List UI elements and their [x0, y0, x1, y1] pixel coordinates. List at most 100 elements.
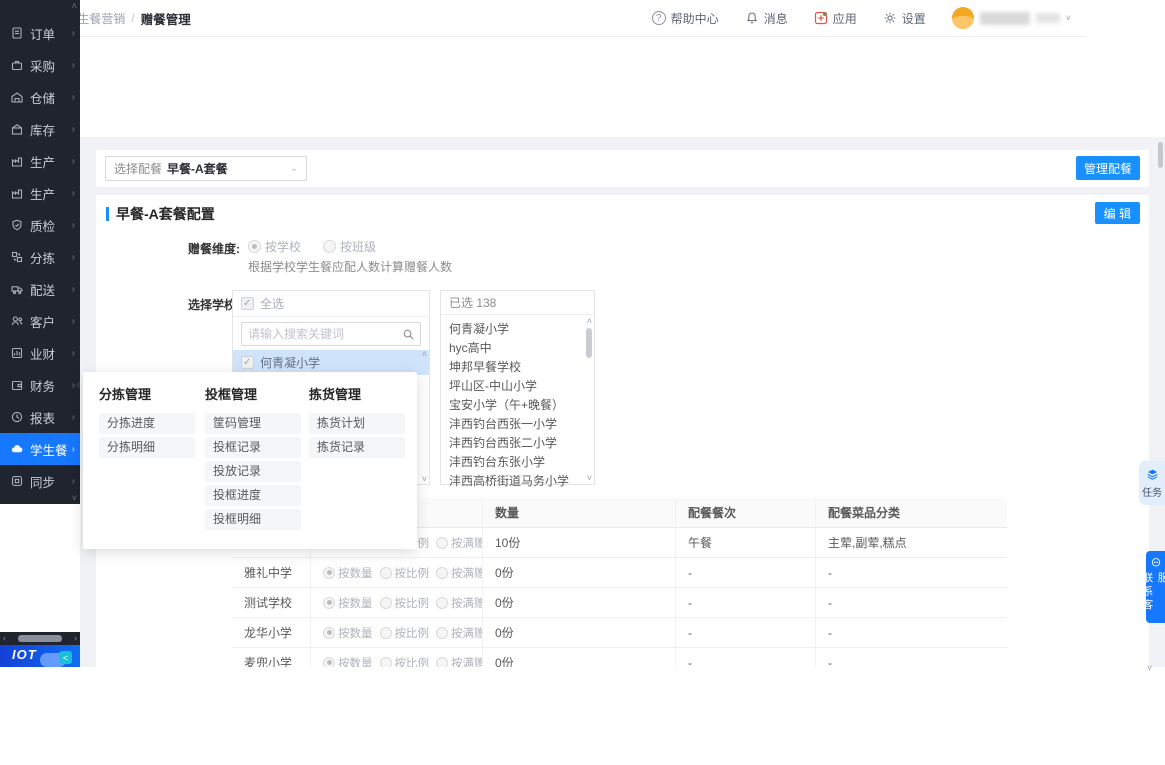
radio-by-threshold[interactable]: 按满赠 [436, 535, 482, 551]
radio-selected-icon [323, 657, 335, 668]
radio-by-quantity[interactable]: 按数量 [323, 625, 373, 641]
sidebar-item-sync[interactable]: 同步› [0, 465, 80, 497]
scroll-down-icon[interactable]: ˅ [1147, 663, 1152, 673]
menu-item[interactable]: 投框明细 [205, 509, 301, 530]
radio-by-ratio[interactable]: 按比例 [380, 655, 430, 668]
cell-mode-radios: 按数量 按比例 按满赠 [310, 648, 482, 667]
radio-by-quantity[interactable]: 按数量 [323, 565, 373, 581]
menu-item[interactable]: 分拣明细 [99, 437, 195, 458]
chevron-down-icon: ⌄ [290, 163, 298, 174]
radio-by-ratio[interactable]: 按比例 [380, 565, 430, 581]
radio-by-threshold[interactable]: 按满赠 [436, 655, 482, 668]
radio-by-ratio[interactable]: 按比例 [380, 625, 430, 641]
menu-item[interactable]: 拣货记录 [309, 437, 405, 458]
sidebar-item-orders[interactable]: 订单› [0, 17, 80, 49]
sidebar-item-reports[interactable]: 报表› [0, 401, 80, 433]
cell-qty: 0份 [482, 648, 675, 667]
help-center-button[interactable]: ? 帮助中心 [652, 10, 719, 27]
menu-item[interactable]: 投框记录 [205, 437, 301, 458]
select-all-row[interactable]: 全选 [233, 291, 429, 317]
radio-label: 按满赠 [451, 595, 482, 611]
scroll-up-icon[interactable]: ˄ [587, 316, 592, 326]
selected-school[interactable]: 沣西钓台西张二小学 [449, 434, 580, 453]
sidebar-item-production-2[interactable]: 生产› [0, 177, 80, 209]
selected-school[interactable]: 沣西高桥街道马务小学 [449, 472, 580, 491]
app-screen: 学生餐 / 学生餐营销 / 赠餐管理 ? 帮助中心 消息 [0, 0, 1165, 765]
section-title: 早餐-A套餐配置 [116, 204, 215, 224]
sidebar-scroll-up-icon[interactable]: ˄ [72, 1, 77, 11]
scroll-right-icon[interactable]: › [74, 633, 77, 643]
scroll-left-icon[interactable]: ‹ [3, 633, 6, 643]
radio-selected-icon [323, 627, 335, 639]
scrollbar-thumb[interactable] [18, 635, 62, 642]
cell-meal: - [675, 618, 815, 647]
radio-by-threshold[interactable]: 按满赠 [436, 595, 482, 611]
radio-by-school[interactable]: 按学校 [248, 238, 301, 255]
sidebar-item-purchase[interactable]: 采购› [0, 49, 80, 81]
sidebar-item-production-1[interactable]: 生产› [0, 145, 80, 177]
selected-school[interactable]: 宝安小学（午+晚餐） [449, 396, 580, 415]
sidebar-item-warehouse[interactable]: 仓储› [0, 81, 80, 113]
sidebar-item-quality[interactable]: 质检› [0, 209, 80, 241]
settings-button[interactable]: 设置 [883, 10, 926, 27]
list-scroll-down-icon[interactable]: ˅ [422, 474, 427, 484]
selected-count: 已选 138 [441, 291, 594, 315]
header-meal: 配餐餐次 [675, 498, 815, 527]
sidebar-item-finance[interactable]: 财务› [0, 369, 80, 401]
radio-by-quantity[interactable]: 按数量 [323, 595, 373, 611]
school-search-input[interactable] [242, 327, 396, 341]
cell-qty: 0份 [482, 618, 675, 647]
checkbox-checked-icon[interactable] [241, 297, 254, 310]
checkbox-checked-icon[interactable] [241, 356, 254, 369]
messages-button[interactable]: 消息 [745, 10, 788, 27]
menu-item[interactable]: 筐码管理 [205, 413, 301, 434]
chevron-right-icon: › [72, 220, 75, 231]
bar-chart-icon [10, 346, 24, 360]
radio-by-threshold[interactable]: 按满赠 [436, 565, 482, 581]
scrollbar-thumb[interactable] [586, 328, 592, 358]
tasks-tab[interactable]: 任务 [1139, 461, 1165, 505]
truck-icon [10, 282, 24, 296]
sidebar-item-student-meals[interactable]: 学生餐› [0, 433, 80, 465]
scroll-down-icon[interactable]: ˅ [587, 473, 592, 483]
radio-by-quantity[interactable]: 按数量 [323, 655, 373, 668]
meal-plan-select[interactable]: 选择配餐 早餐-A套餐 ⌄ [105, 156, 307, 181]
list-scroll-up-icon[interactable]: ˄ [422, 349, 427, 359]
menu-item[interactable]: 分拣进度 [99, 413, 195, 434]
selected-school[interactable]: 坪山区-中山小学 [449, 377, 580, 396]
radio-by-class[interactable]: 按班级 [323, 238, 376, 255]
sidebar-item-inventory[interactable]: 库存› [0, 113, 80, 145]
contact-support-tab[interactable]: 联系客服 [1146, 551, 1165, 623]
selected-school[interactable]: hyc高中 [449, 339, 580, 358]
sidebar-horizontal-scrollbar[interactable]: ‹ › [0, 632, 80, 645]
radio-icon [436, 627, 448, 639]
menu-item[interactable]: 投放记录 [205, 461, 301, 482]
chat-icon [1150, 557, 1162, 568]
selected-school[interactable]: 坤邦早餐学校 [449, 358, 580, 377]
sidebar-item-delivery[interactable]: 配送› [0, 273, 80, 305]
flyout-column-title: 分拣管理 [99, 384, 195, 403]
cell-meal: - [675, 558, 815, 587]
selected-list-scrollbar[interactable]: ˄ ˅ [582, 315, 594, 484]
scrollbar-thumb[interactable] [1158, 142, 1163, 168]
radio-by-threshold[interactable]: 按满赠 [436, 625, 482, 641]
radio-by-ratio[interactable]: 按比例 [380, 595, 430, 611]
order-icon [10, 26, 24, 40]
manage-meals-button[interactable]: 管理配餐 [1076, 156, 1140, 180]
selected-school[interactable]: 何青凝小学 [449, 320, 580, 339]
sidebar-item-sorting[interactable]: 分拣› [0, 241, 80, 273]
sidebar-item-bizfinance[interactable]: 业财› [0, 337, 80, 369]
menu-item[interactable]: 投框进度 [205, 485, 301, 506]
search-icon[interactable] [396, 323, 420, 345]
sidebar-scroll-down-icon[interactable]: ˅ [72, 493, 77, 503]
user-menu[interactable]: ˅ [952, 7, 1071, 29]
edit-button[interactable]: 编 辑 [1095, 202, 1140, 224]
iot-banner[interactable]: IOT < [0, 645, 80, 667]
selected-school[interactable]: 沣西钓台东张小学 [449, 453, 580, 472]
selected-school[interactable]: 沣西钓台西张一小学 [449, 415, 580, 434]
layers-icon [1146, 468, 1159, 481]
sidebar-item-customers[interactable]: 客户› [0, 305, 80, 337]
apps-button[interactable]: 应用 [814, 10, 857, 27]
menu-item[interactable]: 拣货计划 [309, 413, 405, 434]
sidebar-item-label: 采购 [30, 56, 55, 75]
